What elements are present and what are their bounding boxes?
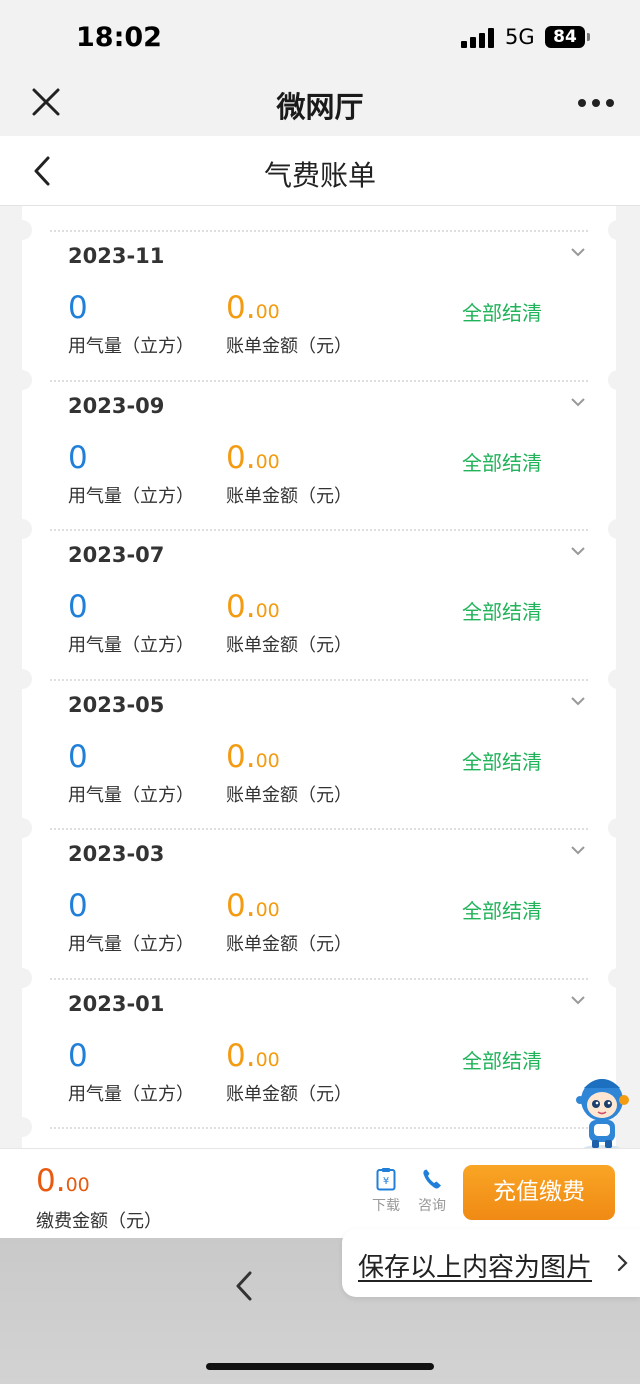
bill-amount-int: 0. <box>226 888 256 924</box>
bill-amount-value: 0.00 <box>226 290 280 326</box>
gas-usage-value: 0 <box>68 739 88 775</box>
payment-amount-int: 0. <box>36 1163 66 1199</box>
payment-amount: 0.00 <box>36 1163 90 1199</box>
download-button[interactable]: ¥ 下载 <box>366 1167 406 1215</box>
bill-date: 2023-05 <box>68 693 165 717</box>
bill-amount-dec: 00 <box>255 750 280 772</box>
bill-amount-label: 账单金额（元） <box>226 934 352 955</box>
page-header: 气费账单 <box>0 136 640 206</box>
bill-amount-dec: 00 <box>255 1049 280 1071</box>
chevron-down-icon[interactable] <box>570 994 586 1006</box>
close-icon <box>32 88 60 116</box>
svg-text:¥: ¥ <box>383 1176 389 1187</box>
bill-amount-label: 账单金额（元） <box>226 336 352 357</box>
bill-status: 全部结清 <box>462 451 542 475</box>
divider <box>50 679 588 681</box>
mascot-icon <box>576 1079 629 1151</box>
download-icon: ¥ <box>376 1168 396 1191</box>
bill-status: 全部结清 <box>462 301 542 325</box>
bill-amount-value: 0.00 <box>226 739 280 775</box>
bill-item[interactable]: 2023-09 0 用气量（立方） 0.00 账单金额（元） 全部结清 <box>22 356 616 507</box>
bill-date: 2023-03 <box>68 842 165 866</box>
recharge-pay-button[interactable]: 充值缴费 <box>463 1165 615 1220</box>
battery-tip <box>587 33 590 41</box>
bill-status: 全部结清 <box>462 899 542 923</box>
bill-amount-dec: 00 <box>255 600 280 622</box>
divider <box>50 1127 588 1129</box>
close-button[interactable] <box>30 86 62 118</box>
bill-list: 2023-11 0 用气量（立方） 0.00 账单金额（元） 全部结清 2023… <box>0 206 640 1148</box>
divider <box>50 529 588 531</box>
payment-amount-dec: 00 <box>65 1174 90 1196</box>
save-as-image-button[interactable]: 保存以上内容为图片 <box>342 1229 640 1297</box>
divider <box>50 978 588 980</box>
download-label: 下载 <box>372 1198 400 1214</box>
bill-amount-int: 0. <box>226 589 256 625</box>
back-icon <box>34 156 50 186</box>
back-button[interactable] <box>28 154 56 188</box>
gas-usage-value: 0 <box>68 589 88 625</box>
chevron-down-icon[interactable] <box>570 396 586 408</box>
bill-item[interactable]: 2023-05 0 用气量（立方） 0.00 账单金额（元） 全部结清 <box>22 655 616 806</box>
bill-amount-int: 0. <box>226 1038 256 1074</box>
bill-date: 2023-07 <box>68 543 165 567</box>
bill-status: 全部结清 <box>462 600 542 624</box>
mascot-assistant[interactable] <box>572 1076 632 1152</box>
divider <box>50 230 588 232</box>
bill-amount-dec: 00 <box>255 301 280 323</box>
divider <box>50 828 588 830</box>
consult-label: 咨询 <box>418 1198 446 1214</box>
phone-icon <box>423 1169 441 1189</box>
bill-item[interactable]: 2023-11 0 用气量（立方） 0.00 账单金额（元） 全部结清 <box>22 206 616 357</box>
signal-icon <box>461 28 495 48</box>
app-title: 微网厅 <box>276 90 364 124</box>
bill-date: 2023-09 <box>68 394 165 418</box>
page-title: 气费账单 <box>263 159 376 192</box>
network-type: 5G <box>505 25 535 49</box>
chevron-down-icon[interactable] <box>570 695 586 707</box>
bill-item-partial <box>22 1103 616 1148</box>
divider <box>50 380 588 382</box>
bill-date: 2023-01 <box>68 992 165 1016</box>
bill-item[interactable]: 2023-01 0 用气量（立方） 0.00 账单金额（元） 全部结清 <box>22 954 616 1105</box>
gas-usage-label: 用气量（立方） <box>68 336 194 357</box>
gas-usage-value: 0 <box>68 290 88 326</box>
chevron-down-icon[interactable] <box>570 246 586 258</box>
chevron-down-icon[interactable] <box>570 545 586 557</box>
bill-status: 全部结清 <box>462 750 542 774</box>
chevron-down-icon[interactable] <box>570 844 586 856</box>
bill-amount-int: 0. <box>226 290 256 326</box>
bottom-bar: 0.00 缴费金额（元） ¥ 下载 咨询 充值缴费 <box>0 1148 640 1238</box>
bill-amount-dec: 00 <box>255 899 280 921</box>
bill-amount-int: 0. <box>226 739 256 775</box>
gas-usage-value: 0 <box>68 1038 88 1074</box>
payment-amount-label: 缴费金额（元） <box>36 1211 162 1232</box>
bill-date: 2023-11 <box>68 244 165 268</box>
bill-amount-label: 账单金额（元） <box>226 635 352 656</box>
browser-back-icon[interactable] <box>234 1270 254 1302</box>
bill-amount-value: 0.00 <box>226 888 280 924</box>
more-button[interactable] <box>576 98 616 110</box>
gas-usage-value: 0 <box>68 440 88 476</box>
bill-amount-value: 0.00 <box>226 440 280 476</box>
status-time: 18:02 <box>76 22 162 53</box>
bill-amount-value: 0.00 <box>226 589 280 625</box>
bill-item[interactable]: 2023-07 0 用气量（立方） 0.00 账单金额（元） 全部结清 <box>22 505 616 656</box>
home-indicator[interactable] <box>206 1363 434 1370</box>
gas-usage-value: 0 <box>68 888 88 924</box>
status-bar: 18:02 5G 84 <box>0 0 640 72</box>
bill-status: 全部结清 <box>462 1049 542 1073</box>
app-nav-bar: 微网厅 <box>0 72 640 136</box>
bill-amount-value: 0.00 <box>226 1038 280 1074</box>
chevron-right-icon <box>617 1254 628 1272</box>
gas-usage-label: 用气量（立方） <box>68 635 194 656</box>
bill-amount-dec: 00 <box>255 451 280 473</box>
consult-button[interactable]: 咨询 <box>412 1167 452 1215</box>
battery-indicator: 84 <box>545 26 585 48</box>
bill-amount-int: 0. <box>226 440 256 476</box>
bill-item[interactable]: 2023-03 0 用气量（立方） 0.00 账单金额（元） 全部结清 <box>22 804 616 955</box>
save-as-image-label: 保存以上内容为图片 <box>358 1253 593 1283</box>
gas-usage-label: 用气量（立方） <box>68 934 194 955</box>
